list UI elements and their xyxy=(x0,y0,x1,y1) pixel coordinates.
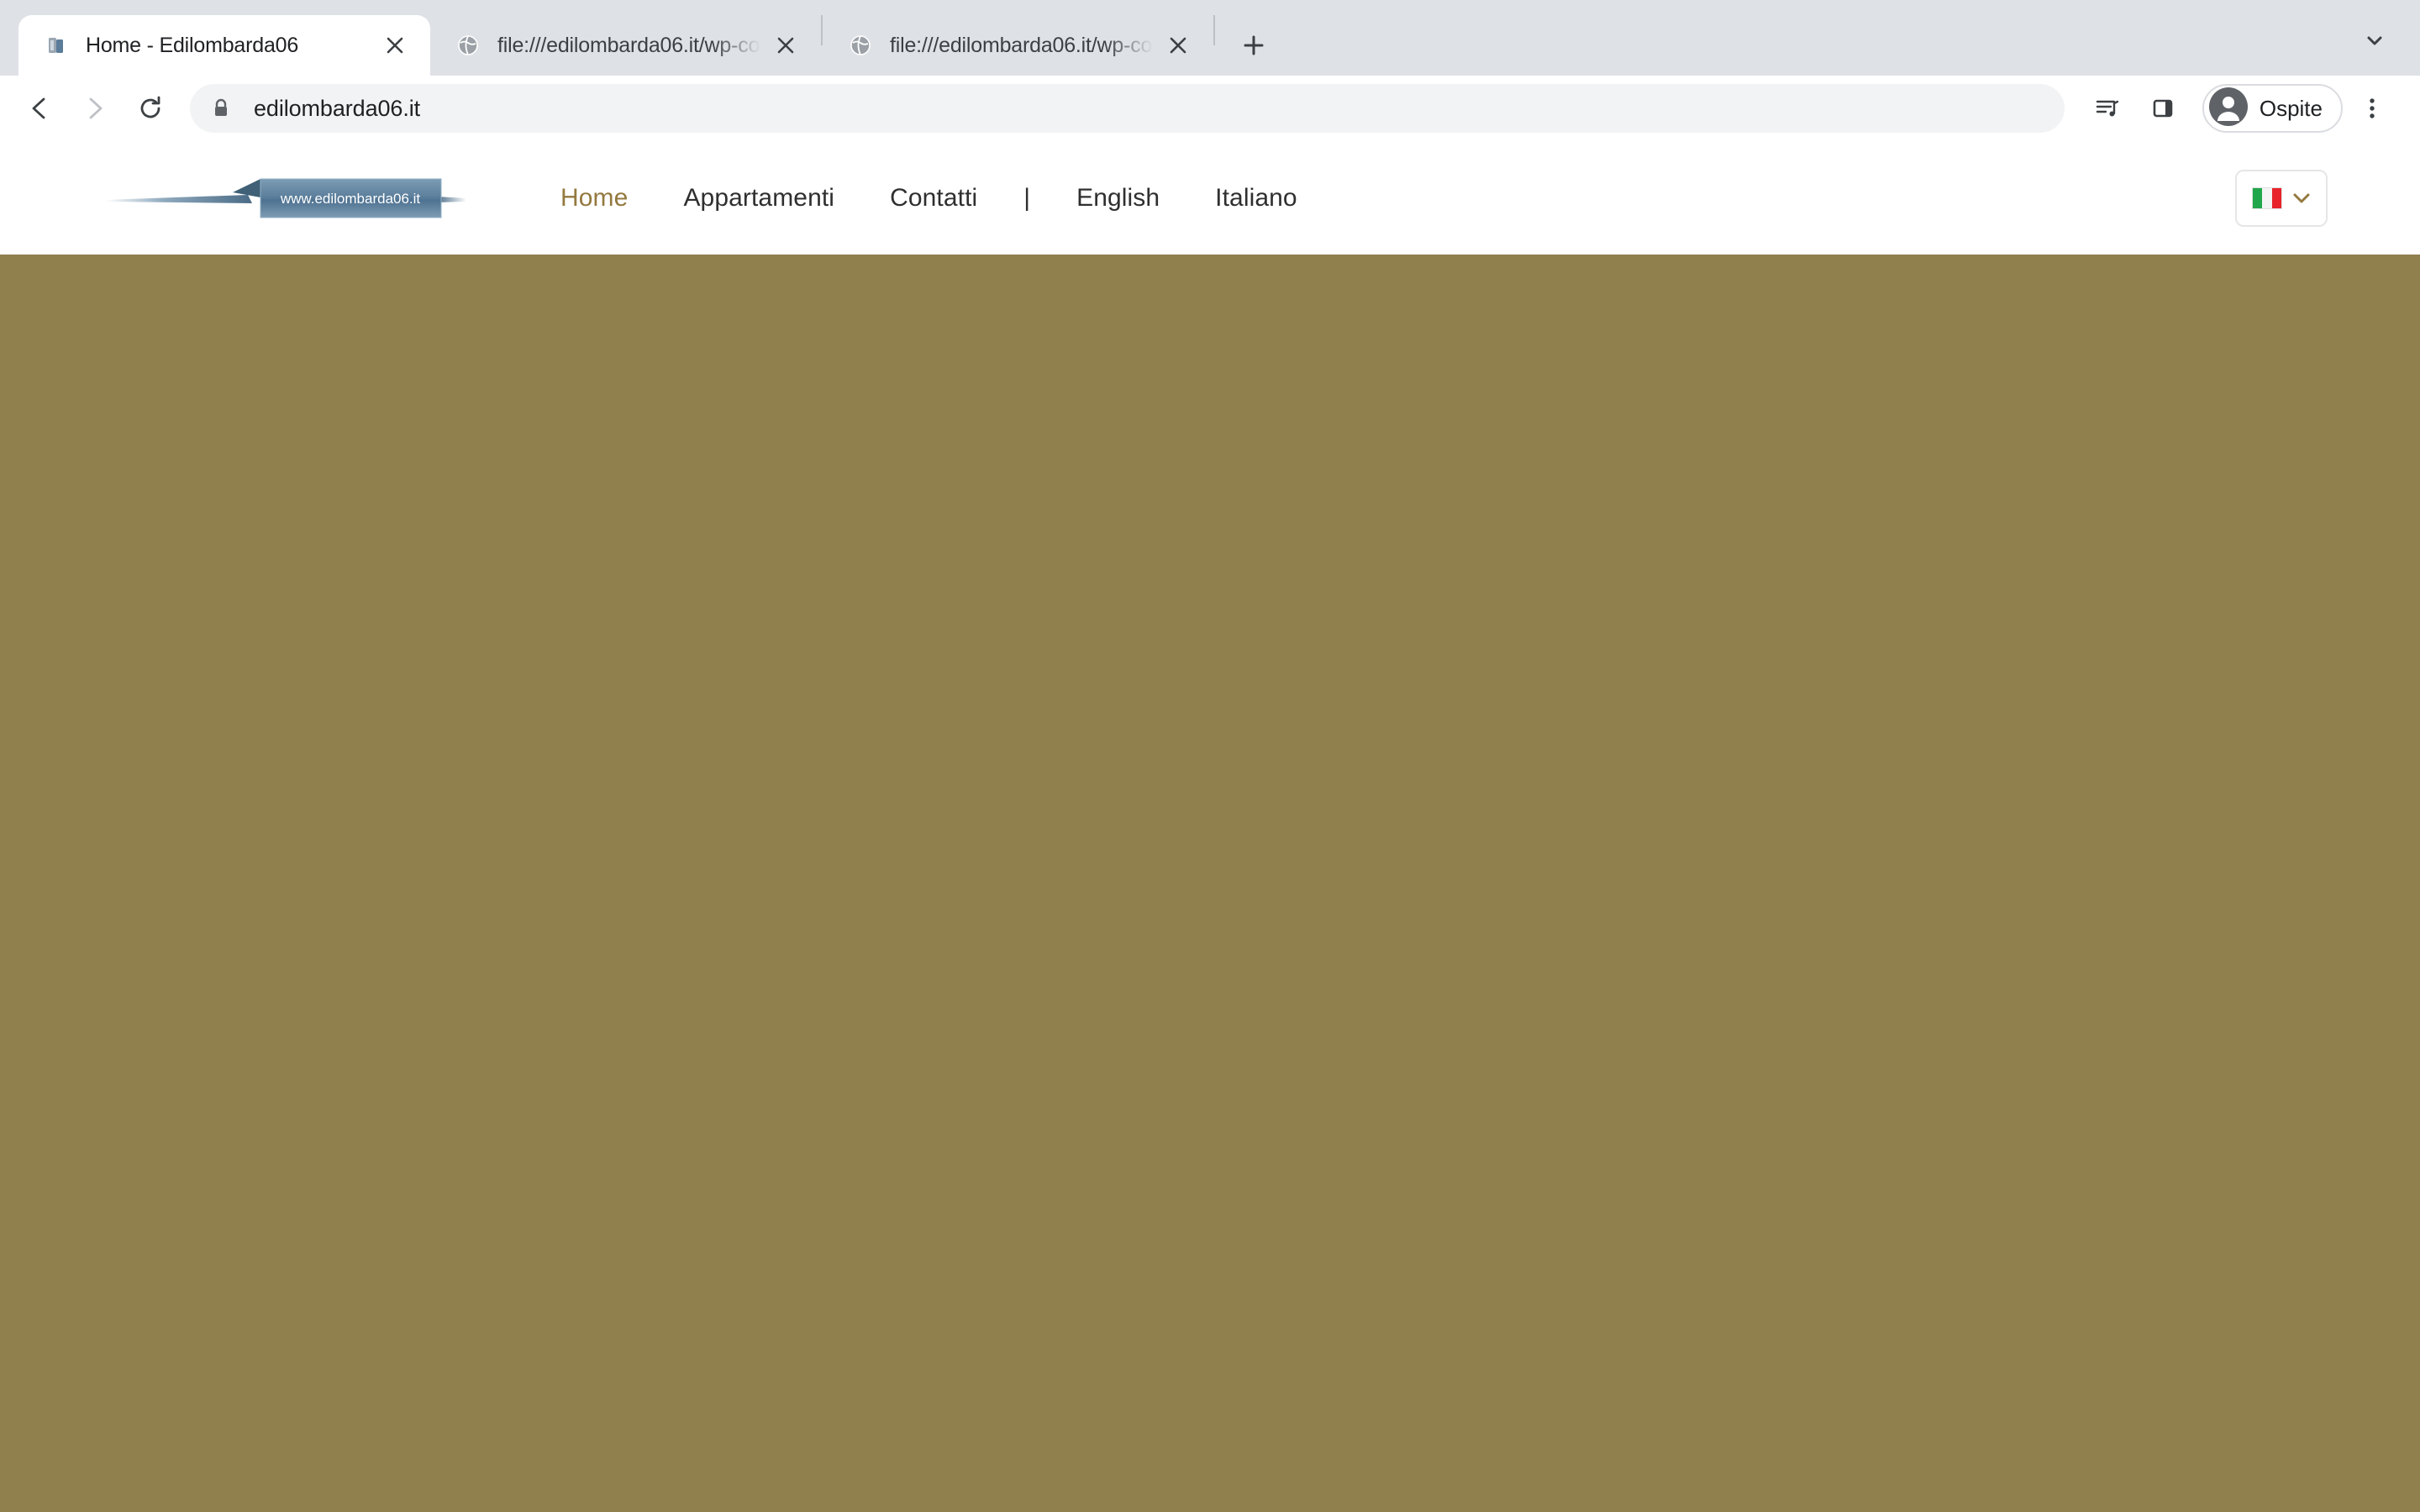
tab-title: file:///edilombarda06.it/wp-con xyxy=(890,34,1153,56)
tab-title: Home - Edilombarda06 xyxy=(86,34,299,56)
browser-tab-file-2[interactable]: file:///edilombarda06.it/wp-con xyxy=(823,15,1213,76)
nav-separator: | xyxy=(1023,183,1031,212)
reload-button[interactable] xyxy=(123,81,178,136)
nav-item-contatti[interactable]: Contatti xyxy=(862,185,1005,211)
browser-menu-button[interactable] xyxy=(2346,82,2398,134)
avatar xyxy=(2208,87,2248,130)
site-header: www.edilombarda06.it Home Appartamenti C… xyxy=(0,141,2420,255)
site-logo[interactable]: www.edilombarda06.it xyxy=(50,141,521,255)
media-note-icon xyxy=(2096,100,2119,117)
arrow-right-icon xyxy=(89,97,103,119)
address-bar-url: edilombarda06.it xyxy=(254,95,421,121)
chevron-down-icon xyxy=(2367,36,2382,45)
nav-item-italiano[interactable]: Italiano xyxy=(1187,185,1325,211)
back-button[interactable] xyxy=(12,81,67,136)
browser-tab-file-1[interactable]: file:///edilombarda06.it/wp-con xyxy=(430,15,821,76)
browser-window: Home - Edilombarda06 file:///edilombarda… xyxy=(0,0,2420,1512)
lock-icon xyxy=(210,97,232,119)
reload-icon xyxy=(140,96,160,118)
address-bar[interactable]: edilombarda06.it xyxy=(190,84,2065,133)
close-icon[interactable] xyxy=(1160,27,1197,64)
media-control-button[interactable] xyxy=(2081,82,2133,134)
logo-ribbon-icon: www.edilombarda06.it xyxy=(105,178,466,218)
profile-button[interactable]: Ospite xyxy=(2202,84,2343,133)
hero-section xyxy=(0,255,2420,1512)
side-panel-button[interactable] xyxy=(2137,82,2189,134)
plus-icon xyxy=(1244,35,1264,55)
profile-name: Ospite xyxy=(2259,96,2323,121)
close-icon[interactable] xyxy=(767,27,804,64)
site-favicon xyxy=(44,33,69,58)
nav-item-english[interactable]: English xyxy=(1049,185,1187,211)
arrow-left-icon xyxy=(32,97,45,119)
language-selector[interactable] xyxy=(2235,169,2328,227)
site-navigation: Home Appartamenti Contatti | English Ita… xyxy=(533,183,1325,212)
tab-search-button[interactable] xyxy=(2351,17,2398,64)
nav-item-home[interactable]: Home xyxy=(533,185,655,211)
page-viewport: www.edilombarda06.it Home Appartamenti C… xyxy=(0,141,2420,1512)
browser-tab-active[interactable]: Home - Edilombarda06 xyxy=(18,15,430,76)
forward-button[interactable] xyxy=(67,81,123,136)
close-icon[interactable] xyxy=(376,27,413,64)
browser-toolbar: edilombarda06.it Ospite xyxy=(0,76,2420,141)
logo-text: www.edilombarda06.it xyxy=(280,191,421,207)
italy-flag-icon xyxy=(2252,186,2282,209)
nav-item-appartamenti[interactable]: Appartamenti xyxy=(655,185,862,211)
globe-icon xyxy=(455,33,481,58)
tab-divider xyxy=(1213,15,1215,45)
chevron-down-icon xyxy=(2293,193,2310,202)
new-tab-button[interactable] xyxy=(1230,22,1277,69)
side-panel-icon xyxy=(2153,99,2173,118)
three-dots-icon xyxy=(2370,98,2375,118)
tab-strip: Home - Edilombarda06 file:///edilombarda… xyxy=(0,0,2420,76)
tab-title: file:///edilombarda06.it/wp-con xyxy=(497,34,760,56)
globe-icon xyxy=(848,33,873,58)
